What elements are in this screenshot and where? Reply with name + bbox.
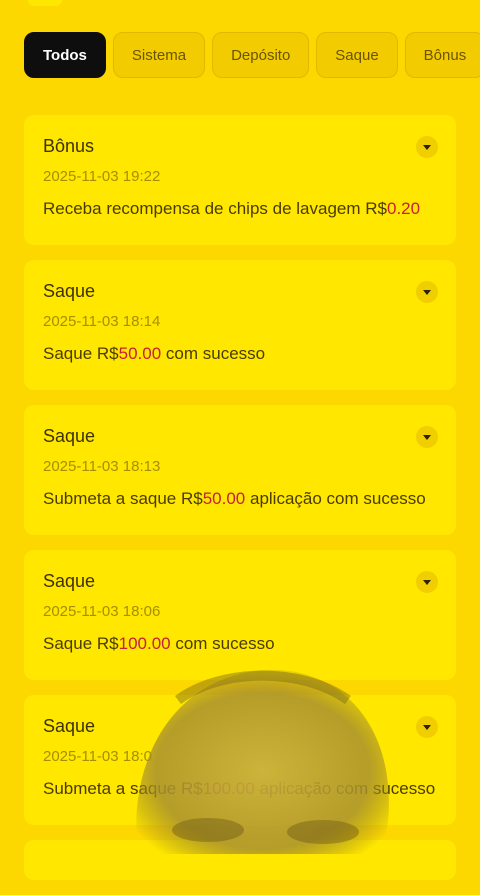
message-suffix: com sucesso	[161, 344, 266, 363]
record-title: Bônus	[43, 136, 95, 156]
record-card[interactable]: Saque 2025-11-03 18:14 Saque R$50.00 com…	[24, 260, 456, 390]
record-message: Saque R$100.00 com sucesso	[43, 633, 439, 655]
tab-deposito[interactable]: Depósito	[212, 32, 310, 78]
tab-saque[interactable]: Saque	[316, 32, 398, 78]
message-suffix: aplicação com sucesso	[245, 489, 426, 508]
record-amount: 100.00	[202, 779, 255, 798]
chevron-down-icon[interactable]	[416, 281, 438, 303]
record-list: Bônus 2025-11-03 19:22 Receba recompensa…	[24, 115, 456, 895]
message-suffix: aplicação com sucesso	[254, 779, 436, 798]
filter-tabs: Todos Sistema Depósito Saque Bônus	[24, 32, 480, 78]
tab-todos[interactable]: Todos	[24, 32, 106, 78]
record-time: 2025-11-03 18:0	[43, 748, 152, 765]
record-card[interactable]	[24, 840, 456, 880]
record-card[interactable]: Saque 2025-11-03 18:0 Submeta a saque R$…	[24, 695, 456, 825]
message-text: Saque R$	[43, 344, 119, 363]
chevron-down-icon[interactable]	[416, 426, 438, 448]
record-title: Saque	[43, 281, 96, 301]
record-title: Saque	[43, 571, 96, 591]
record-amount: 0.20	[386, 199, 421, 218]
record-time: 2025-11-03 18:13	[43, 458, 161, 475]
record-card[interactable]: Saque 2025-11-03 18:06 Saque R$100.00 co…	[24, 550, 456, 680]
tab-sistema[interactable]: Sistema	[112, 32, 206, 78]
record-message: Submeta a saque R$50.00 aplicação com su…	[43, 488, 439, 510]
record-message: Receba recompensa de chips de lavagem R$…	[43, 198, 439, 220]
record-amount: 100.00	[118, 634, 171, 653]
record-title: Saque	[43, 426, 96, 446]
top-handle	[28, 0, 62, 6]
tab-bonus[interactable]: Bônus	[404, 32, 480, 78]
record-card[interactable]: Saque 2025-11-03 18:13 Submeta a saque R…	[24, 405, 456, 535]
chevron-down-icon[interactable]	[416, 571, 438, 593]
message-suffix: com sucesso	[170, 634, 275, 653]
chevron-down-icon[interactable]	[416, 716, 438, 738]
record-amount: 50.00	[202, 489, 246, 508]
chevron-down-icon[interactable]	[416, 136, 438, 158]
message-text: Submeta a saque R$	[43, 489, 203, 508]
message-text: Submeta a saque R$	[43, 779, 203, 798]
record-time: 2025-11-03 19:22	[43, 168, 161, 185]
record-card[interactable]: Bônus 2025-11-03 19:22 Receba recompensa…	[24, 115, 456, 245]
record-title: Saque	[43, 716, 96, 736]
message-text: Receba recompensa de chips de lavagem R$	[43, 199, 387, 218]
record-amount: 50.00	[118, 344, 162, 363]
record-time: 2025-11-03 18:06	[43, 603, 161, 620]
message-text: Saque R$	[43, 634, 119, 653]
record-message: Submeta a saque R$100.00 aplicação com s…	[43, 778, 439, 800]
record-time: 2025-11-03 18:14	[43, 313, 161, 330]
record-message: Saque R$50.00 com sucesso	[43, 343, 439, 365]
